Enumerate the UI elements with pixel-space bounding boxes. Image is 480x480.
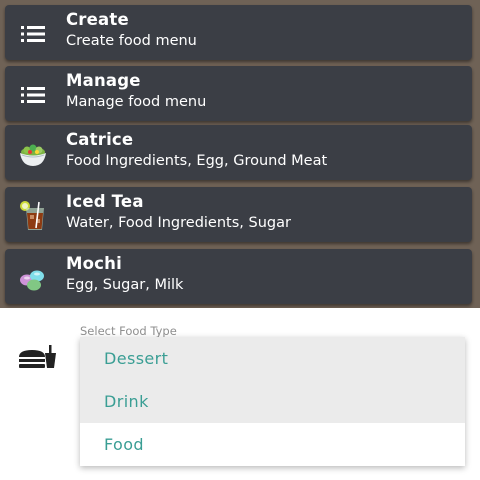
salad-bowl-icon <box>17 138 49 170</box>
menu-item-title: Iced Tea <box>66 192 144 211</box>
iced-tea-icon <box>17 200 49 232</box>
list-icon <box>17 79 49 111</box>
food-type-sheet: Select Food Type Dessert Drink Food <box>0 308 480 480</box>
menu-item-title: Catrice <box>66 130 134 149</box>
menu-item-iced-tea[interactable]: Iced Tea Water, Food Ingredients, Sugar <box>5 187 472 242</box>
option-drink[interactable]: Drink <box>80 380 465 423</box>
option-food[interactable]: Food <box>80 423 465 466</box>
food-type-label: Select Food Type <box>80 324 177 338</box>
menu-item-subtitle: Egg, Sugar, Milk <box>66 277 184 293</box>
menu-item-catrice[interactable]: Catrice Food Ingredients, Egg, Ground Me… <box>5 125 472 180</box>
menu-item-mochi[interactable]: Mochi Egg, Sugar, Milk <box>5 249 472 304</box>
food-type-dropdown[interactable]: Dessert Drink Food <box>80 337 465 466</box>
menu-item-manage[interactable]: Manage Manage food menu <box>5 66 472 121</box>
menu-item-subtitle: Water, Food Ingredients, Sugar <box>66 215 291 231</box>
fast-food-icon <box>18 344 58 374</box>
menu-item-subtitle: Manage food menu <box>66 94 207 110</box>
menu-item-title: Manage <box>66 71 141 90</box>
menu-item-title: Create <box>66 10 129 29</box>
menu-item-title: Mochi <box>66 254 122 273</box>
menu-item-create[interactable]: Create Create food menu <box>5 5 472 60</box>
menu-item-subtitle: Food Ingredients, Egg, Ground Meat <box>66 153 328 169</box>
mochi-icon <box>17 262 49 294</box>
food-menu-list: Create Create food menu Manage Manage fo… <box>0 0 480 308</box>
list-icon <box>17 18 49 50</box>
menu-item-subtitle: Create food menu <box>66 33 197 49</box>
option-dessert[interactable]: Dessert <box>80 337 465 380</box>
